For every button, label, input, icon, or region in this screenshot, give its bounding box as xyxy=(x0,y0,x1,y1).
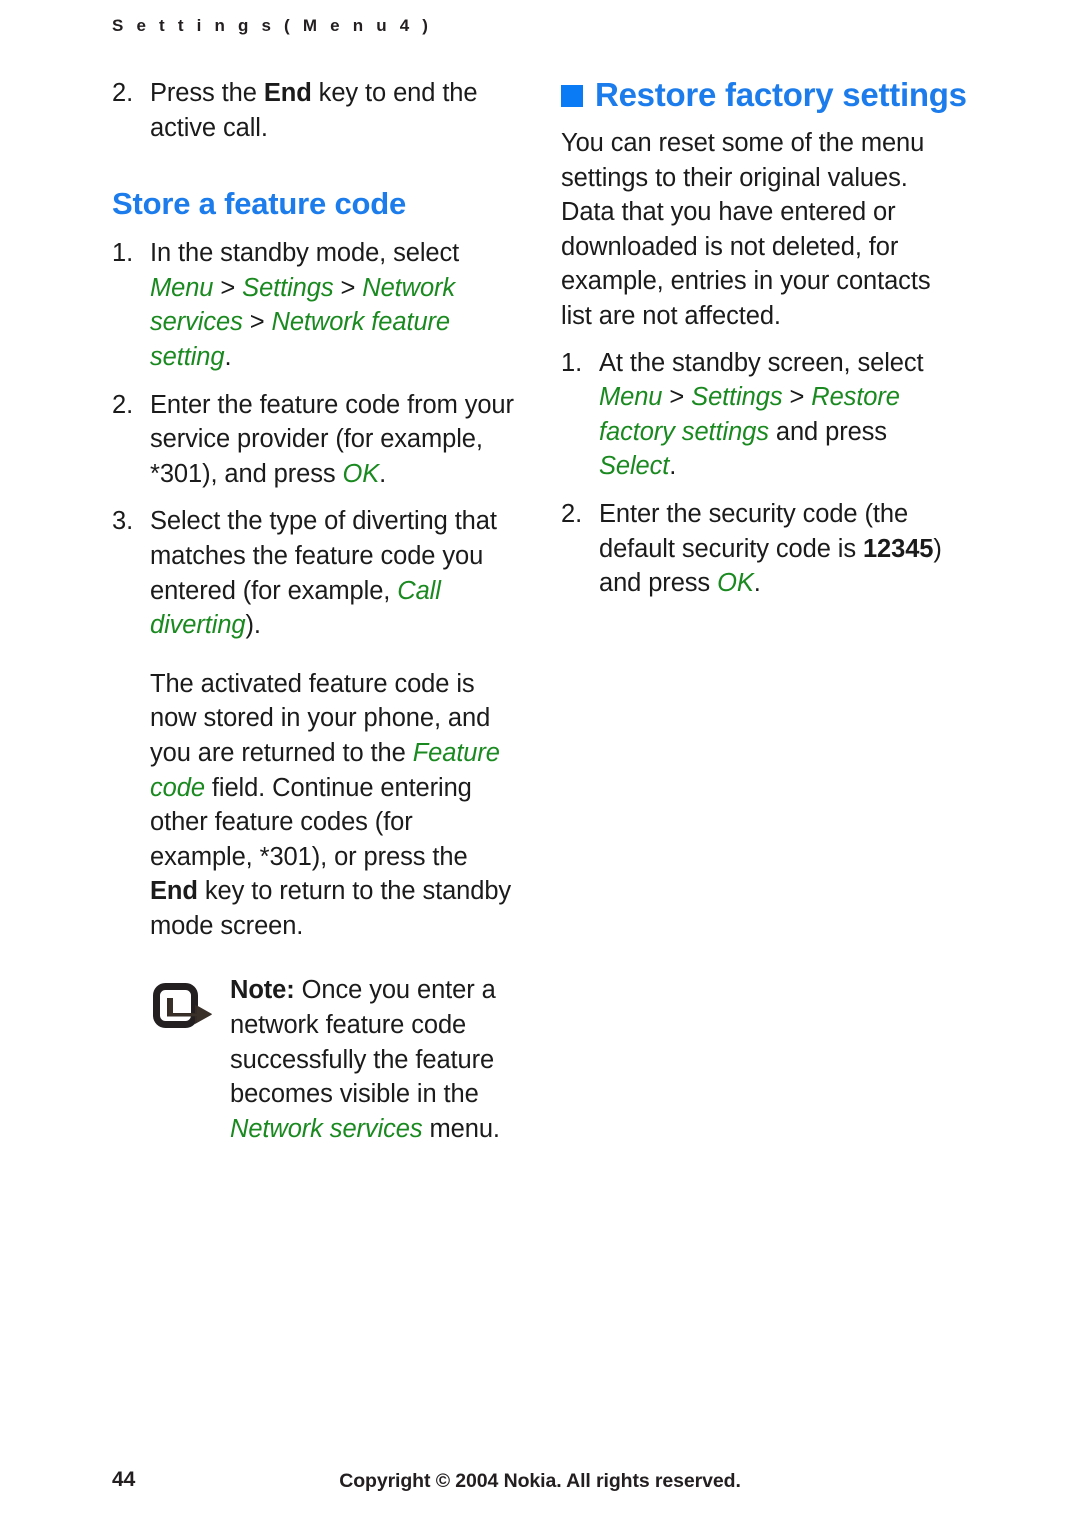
step-trailing: . xyxy=(224,342,232,371)
right-column: Restore factory settings You can reset s… xyxy=(561,76,967,1159)
list-item: 2. Enter the feature code from your servi… xyxy=(112,388,518,492)
document-page: S e t t i n g s ( M e n u 4 ) 2. Press th… xyxy=(0,0,1080,1530)
section-heading-store-a-feature-code: Store a feature code xyxy=(112,186,407,222)
list-item: 1. At the standby screen, select Menu > S… xyxy=(561,346,967,484)
step-mid-text: and press xyxy=(768,417,887,446)
step-trailing: . xyxy=(379,459,387,488)
left-column: 2. Press the End key to end the active ca… xyxy=(112,76,518,1159)
note-callout: Note: Once you enter a network feature c… xyxy=(150,973,518,1146)
path-separator: > xyxy=(242,308,272,337)
step-lead-text: Enter the feature code from your service… xyxy=(150,390,514,488)
list-item: 2. Enter the security code (the default s… xyxy=(561,497,967,601)
store-feature-code-steps: 1. In the standby mode, select Menu > Set… xyxy=(112,236,518,1146)
softkey-emphasis: Select xyxy=(599,452,670,481)
list-number: 2. xyxy=(112,390,134,419)
running-header: S e t t i n g s ( M e n u 4 ) xyxy=(112,16,433,35)
step3-followup-paragraph: The activated feature code is now stored… xyxy=(150,667,518,944)
step-text-before: Press the xyxy=(150,79,264,107)
path-separator: > xyxy=(333,273,363,302)
copyright-notice: Copyright © 2004 Nokia. All rights reser… xyxy=(339,1470,741,1492)
list-item: 1. In the standby mode, select Menu > Set… xyxy=(112,236,518,374)
menu-path-item: Menu xyxy=(599,383,663,412)
key-name-bold: End xyxy=(150,877,198,906)
page-footer: 44 Copyright © 2004 Nokia. All rights re… xyxy=(112,1468,968,1498)
path-separator: > xyxy=(213,273,243,302)
list-item: 2. Press the End key to end the active ca… xyxy=(112,76,518,145)
key-name-bold: End xyxy=(263,79,312,107)
restore-factory-settings-steps: 1. At the standby screen, select Menu > S… xyxy=(561,346,967,601)
list-number: 3. xyxy=(112,507,134,536)
note-part: menu. xyxy=(422,1114,500,1143)
list-number: 2. xyxy=(112,79,134,107)
path-separator: > xyxy=(662,383,692,412)
list-number: 1. xyxy=(561,348,583,377)
continued-step-list: 2. Press the End key to end the active ca… xyxy=(112,76,518,145)
step-lead-text: In the standby mode, select xyxy=(150,239,460,268)
step-trailing: ). xyxy=(245,611,261,640)
page-title-text: Restore factory settings xyxy=(595,76,967,113)
step-trailing: . xyxy=(753,569,761,598)
step-lead-text: Select the type of diverting that matche… xyxy=(150,507,497,605)
two-column-layout: 2. Press the End key to end the active ca… xyxy=(112,76,968,1159)
softkey-emphasis: OK xyxy=(717,569,754,598)
menu-path-item: Settings xyxy=(242,273,334,302)
note-label: Note: xyxy=(230,976,295,1005)
intro-paragraph: You can reset some of the menu settings … xyxy=(561,129,931,330)
list-number: 1. xyxy=(112,239,134,268)
step-trailing: . xyxy=(669,452,677,481)
menu-path-item: Menu xyxy=(150,273,214,302)
note-arrow-icon xyxy=(153,983,215,1031)
menu-name-emphasis: Network services xyxy=(230,1114,423,1143)
list-number: 2. xyxy=(561,499,583,528)
step-lead-text: Enter the security code (the default sec… xyxy=(599,499,909,563)
page-title-restore-factory-settings: Restore factory settings xyxy=(561,76,967,114)
path-separator: > xyxy=(782,383,812,412)
paragraph-part: key to return to the standby mode screen… xyxy=(150,877,512,940)
list-item: 3. Select the type of diverting that matc… xyxy=(112,504,518,1146)
security-code-bold: 12345 xyxy=(862,534,934,563)
step-lead-text: At the standby screen, select xyxy=(599,348,924,377)
square-bullet-icon xyxy=(561,85,583,107)
menu-path-item: Settings xyxy=(691,383,783,412)
softkey-emphasis: OK xyxy=(342,459,380,488)
